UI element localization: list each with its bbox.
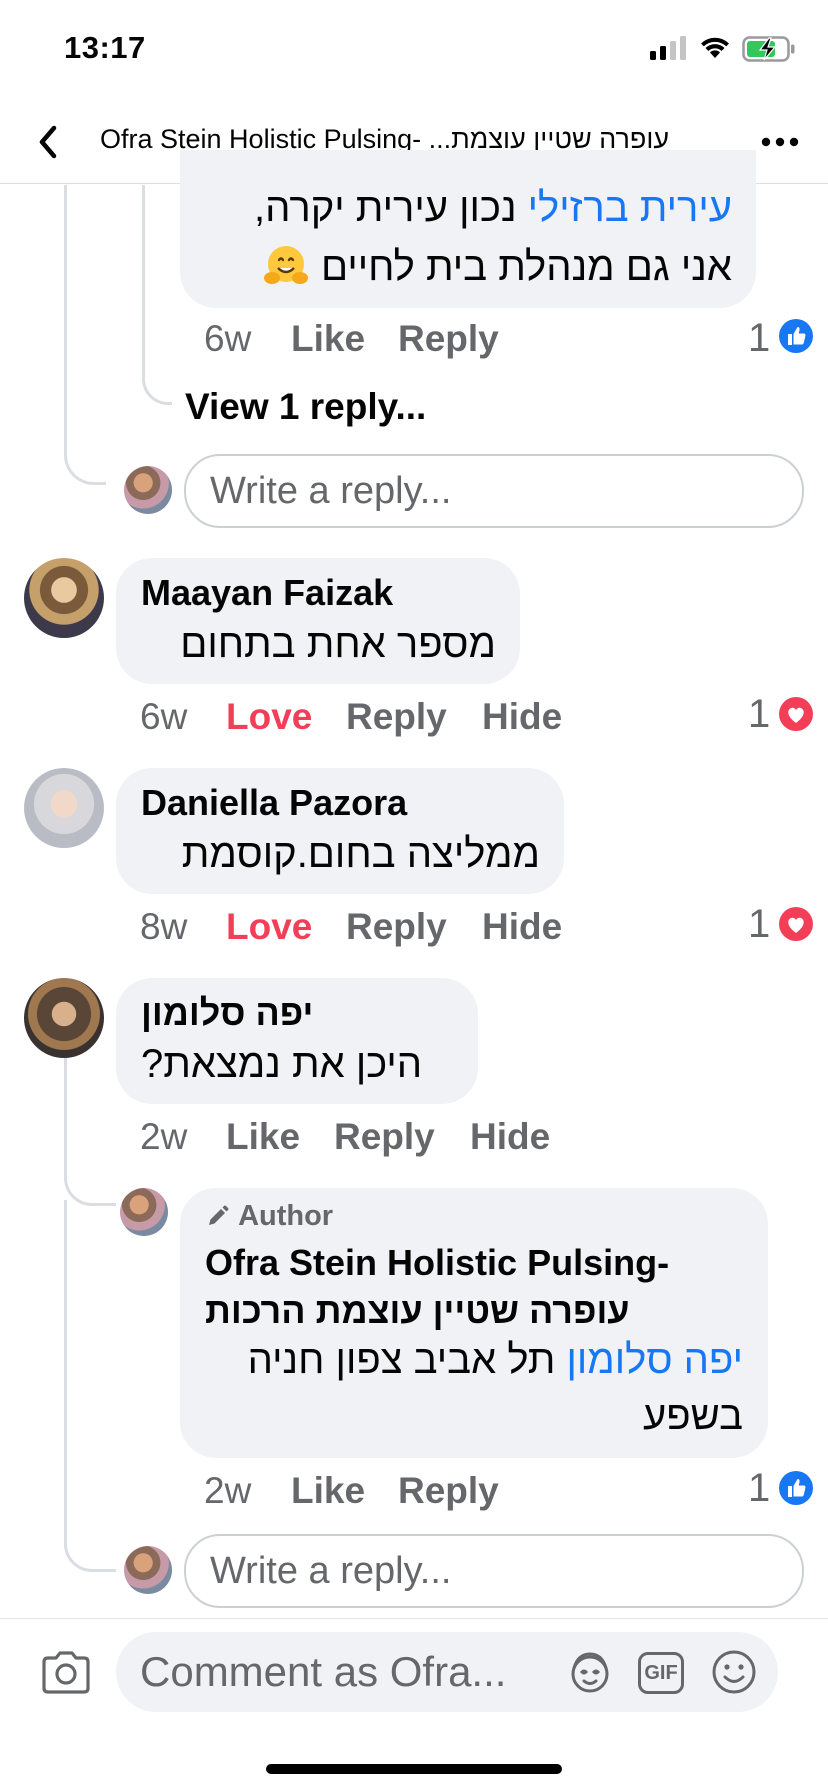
reply-text-line: עירית ברזילי נכון עירית יקרה, bbox=[254, 186, 732, 230]
comment-author[interactable]: Daniella Pazora bbox=[141, 782, 407, 824]
more-options-icon[interactable] bbox=[760, 132, 800, 152]
gif-label: GIF bbox=[644, 1662, 678, 1684]
reply-author[interactable]: Ofra Stein Holistic Pulsing- bbox=[205, 1242, 669, 1284]
comment-text: ממליצה בחום.קוסמת bbox=[181, 832, 540, 876]
cellular-signal-icon bbox=[650, 36, 686, 60]
gif-button[interactable]: GIF bbox=[638, 1652, 684, 1694]
reply-author[interactable]: עופרה שטיין עוצמת הרכות bbox=[205, 1290, 651, 1332]
back-chevron-icon[interactable] bbox=[30, 122, 66, 162]
reaction-count: 1 bbox=[748, 692, 771, 736]
reply-button[interactable]: Reply bbox=[334, 1116, 435, 1158]
reply-button[interactable]: Reply bbox=[398, 1470, 499, 1512]
comment-time: 6w bbox=[140, 696, 188, 737]
reply-button[interactable]: Reply bbox=[346, 696, 447, 738]
pencil-icon bbox=[209, 1205, 229, 1225]
comment-time: 8w bbox=[140, 906, 188, 947]
love-reaction-icon[interactable] bbox=[778, 906, 814, 942]
wifi-icon bbox=[701, 37, 729, 58]
thread-line bbox=[142, 185, 172, 405]
hugging-face-emoji-icon bbox=[263, 246, 308, 284]
comment-input-placeholder: Comment as Ofra... bbox=[140, 1648, 507, 1695]
avatar bbox=[124, 466, 172, 514]
comment-text: היכן את נמצאת? bbox=[141, 1042, 423, 1086]
love-button[interactable]: Love bbox=[226, 696, 312, 738]
battery-charging-icon bbox=[742, 36, 795, 62]
thread-line bbox=[64, 185, 106, 485]
like-reaction-icon[interactable] bbox=[778, 1470, 814, 1506]
reaction-count: 1 bbox=[748, 316, 771, 360]
reply-time: 6w bbox=[204, 318, 252, 359]
reply-text-line: בשפע bbox=[643, 1394, 743, 1438]
comment-time: 2w bbox=[140, 1116, 188, 1157]
thread-line bbox=[64, 1058, 116, 1206]
author-badge-label: Author bbox=[238, 1200, 334, 1232]
reply-button[interactable]: Reply bbox=[346, 906, 447, 948]
comment-text: מספר אחת בתחום bbox=[180, 622, 496, 666]
reply-input-placeholder: Write a reply... bbox=[210, 470, 452, 512]
mention-link[interactable]: עירית ברזילי bbox=[528, 186, 732, 230]
avatar bbox=[120, 1188, 168, 1236]
love-button[interactable]: Love bbox=[226, 906, 312, 948]
comment-author[interactable]: Maayan Faizak bbox=[141, 572, 393, 614]
author-badge: Author bbox=[206, 1200, 333, 1233]
emoji-icon[interactable] bbox=[710, 1648, 758, 1696]
reaction-count: 1 bbox=[748, 1466, 771, 1510]
reply-text-line: אני גם מנהלת בית לחיים bbox=[206, 242, 732, 290]
reply-input-placeholder: Write a reply... bbox=[210, 1550, 452, 1592]
hide-button[interactable]: Hide bbox=[482, 906, 562, 948]
hide-button[interactable]: Hide bbox=[470, 1116, 550, 1158]
reply-text-line: יפה סלומון תל אביב צפון חניה bbox=[247, 1338, 743, 1382]
avatar[interactable] bbox=[24, 978, 104, 1058]
hide-button[interactable]: Hide bbox=[482, 696, 562, 738]
camera-icon[interactable] bbox=[40, 1650, 92, 1696]
status-time: 13:17 bbox=[64, 30, 146, 65]
comment-author[interactable]: יפה סלומון bbox=[141, 992, 453, 1034]
avatar[interactable] bbox=[24, 558, 104, 638]
avatar bbox=[124, 1546, 172, 1594]
like-reaction-icon[interactable] bbox=[778, 318, 814, 354]
thread-line bbox=[64, 1200, 116, 1572]
mention-link[interactable]: יפה סלומון bbox=[566, 1338, 743, 1382]
reply-time: 2w bbox=[204, 1470, 252, 1511]
avatar-sticker-icon[interactable] bbox=[566, 1648, 614, 1696]
view-replies-link[interactable]: View 1 reply... bbox=[185, 386, 426, 428]
like-button[interactable]: Like bbox=[226, 1116, 300, 1158]
reaction-count: 1 bbox=[748, 902, 771, 946]
like-button[interactable]: Like bbox=[291, 318, 365, 360]
home-indicator bbox=[266, 1764, 562, 1774]
avatar[interactable] bbox=[24, 768, 104, 848]
love-reaction-icon[interactable] bbox=[778, 696, 814, 732]
reply-button[interactable]: Reply bbox=[398, 318, 499, 360]
like-button[interactable]: Like bbox=[291, 1470, 365, 1512]
